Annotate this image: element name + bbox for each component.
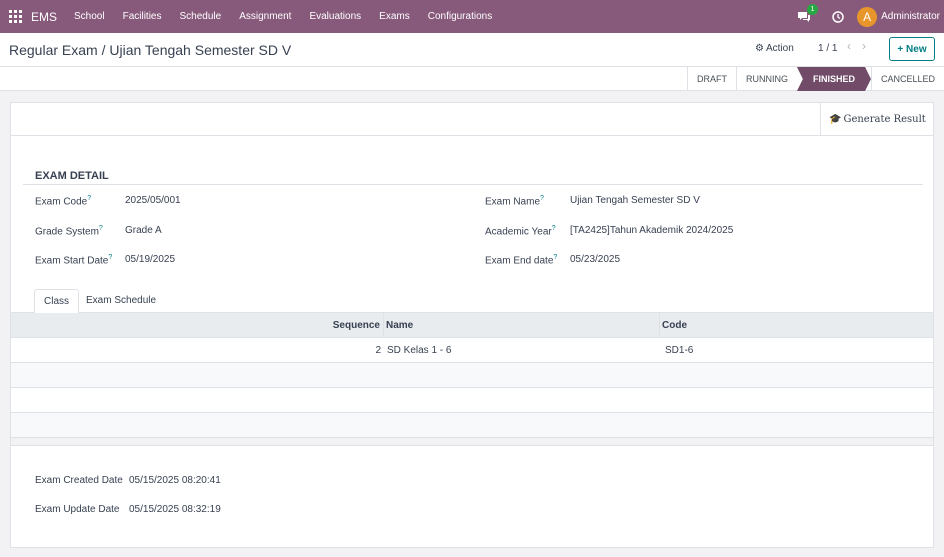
menu-item-schedule[interactable]: Schedule xyxy=(171,11,231,22)
help-icon[interactable]: ? xyxy=(540,195,544,202)
app-brand[interactable]: EMS xyxy=(31,10,57,24)
grade-system-label: Grade System? xyxy=(35,225,103,238)
main-menu: School Facilities Schedule Assignment Ev… xyxy=(65,11,501,22)
empty-row xyxy=(11,363,933,388)
status-bar: DRAFT RUNNING FINISHED CANCELLED xyxy=(0,67,944,91)
table-footer xyxy=(11,438,933,446)
class-table: Sequence Name Code 2 SD Kelas 1 - 6 SD1-… xyxy=(11,313,933,446)
menu-item-facilities[interactable]: Facilities xyxy=(114,11,171,22)
menu-item-configurations[interactable]: Configurations xyxy=(419,11,501,22)
academic-year-label: Academic Year? xyxy=(485,225,556,238)
exam-name-label: Exam Name? xyxy=(485,195,544,208)
grade-system-value[interactable]: Grade A xyxy=(125,225,162,236)
menu-item-evaluations[interactable]: Evaluations xyxy=(300,11,370,22)
start-date-label: Exam Start Date? xyxy=(35,254,113,267)
help-icon[interactable]: ? xyxy=(87,195,91,202)
empty-row xyxy=(11,413,933,438)
academic-year-value[interactable]: [TA2425]Tahun Akademik 2024/2025 xyxy=(570,225,733,236)
updated-date-label: Exam Update Date xyxy=(35,504,120,515)
created-date-value: 05/15/2025 08:20:41 xyxy=(129,475,221,486)
new-button[interactable]: + New xyxy=(889,37,935,61)
table-header: Sequence Name Code xyxy=(11,313,933,338)
start-date-value[interactable]: 05/19/2025 xyxy=(125,254,175,265)
tab-class[interactable]: Class xyxy=(34,289,80,314)
table-row[interactable]: 2 SD Kelas 1 - 6 SD1-6 xyxy=(11,338,933,363)
graduation-cap-icon: 🎓 xyxy=(829,114,842,125)
top-navbar: EMS School Facilities Schedule Assignmen… xyxy=(0,0,944,33)
notebook-tabs: Class Exam Schedule xyxy=(11,289,933,314)
chevron-left-icon[interactable]: ‹ xyxy=(847,39,851,53)
stage-running[interactable]: RUNNING xyxy=(735,67,797,91)
stage-cancelled[interactable]: CANCELLED xyxy=(870,67,944,91)
cell-name: SD Kelas 1 - 6 xyxy=(387,345,452,356)
tab-exam-schedule[interactable]: Exam Schedule xyxy=(77,289,165,313)
column-sequence[interactable]: Sequence xyxy=(11,313,384,337)
generate-result-button[interactable]: 🎓 Generate Result xyxy=(820,103,933,136)
column-code[interactable]: Code xyxy=(660,313,933,337)
control-panel: Regular Exam / Ujian Tengah Semester SD … xyxy=(0,33,944,67)
new-label: New xyxy=(906,43,927,55)
help-icon[interactable]: ? xyxy=(553,254,557,261)
end-date-label: Exam End date? xyxy=(485,254,558,267)
help-icon[interactable]: ? xyxy=(99,225,103,232)
stage-finished[interactable]: FINISHED xyxy=(796,67,871,91)
empty-row xyxy=(11,388,933,413)
user-name[interactable]: Administrator xyxy=(881,11,940,22)
help-icon[interactable]: ? xyxy=(552,225,556,232)
menu-item-assignment[interactable]: Assignment xyxy=(230,11,300,22)
menu-item-exams[interactable]: Exams xyxy=(370,11,419,22)
clock-icon[interactable] xyxy=(832,10,844,23)
stage-draft[interactable]: DRAFT xyxy=(686,67,736,91)
section-title: EXAM DETAIL xyxy=(35,170,109,182)
breadcrumb: Regular Exam / Ujian Tengah Semester SD … xyxy=(9,42,292,58)
end-date-value[interactable]: 05/23/2025 xyxy=(570,254,620,265)
column-name[interactable]: Name xyxy=(384,313,660,337)
updated-date-value: 05/15/2025 08:32:19 xyxy=(129,504,221,515)
pager-value[interactable]: 1 / 1 xyxy=(818,43,837,54)
chevron-right-icon[interactable]: › xyxy=(862,39,866,53)
menu-item-school[interactable]: School xyxy=(65,11,114,22)
chat-badge: 1 xyxy=(807,3,819,15)
section-divider xyxy=(23,184,923,185)
cell-sequence: 2 xyxy=(375,345,381,356)
generate-result-label: Generate Result xyxy=(843,114,926,125)
gear-icon: ⚙ xyxy=(755,43,764,54)
exam-code-value[interactable]: 2025/05/001 xyxy=(125,195,181,206)
created-date-label: Exam Created Date xyxy=(35,475,123,486)
exam-name-value[interactable]: Ujian Tengah Semester SD V xyxy=(570,195,700,206)
action-button[interactable]: ⚙ Action xyxy=(755,43,794,54)
stage-list: DRAFT RUNNING FINISHED CANCELLED xyxy=(686,67,944,91)
exam-code-label: Exam Code? xyxy=(35,195,92,208)
form-sheet: 🎓 Generate Result EXAM DETAIL Exam Code?… xyxy=(10,102,934,548)
button-box: 🎓 Generate Result xyxy=(11,103,933,136)
help-icon[interactable]: ? xyxy=(108,254,112,261)
action-label: Action xyxy=(765,43,794,54)
plus-icon: + xyxy=(897,43,907,55)
user-avatar[interactable]: A xyxy=(857,6,878,27)
cell-code: SD1-6 xyxy=(665,345,694,356)
chat-icon[interactable]: 1 xyxy=(797,3,819,23)
apps-grid-icon[interactable] xyxy=(9,10,22,23)
